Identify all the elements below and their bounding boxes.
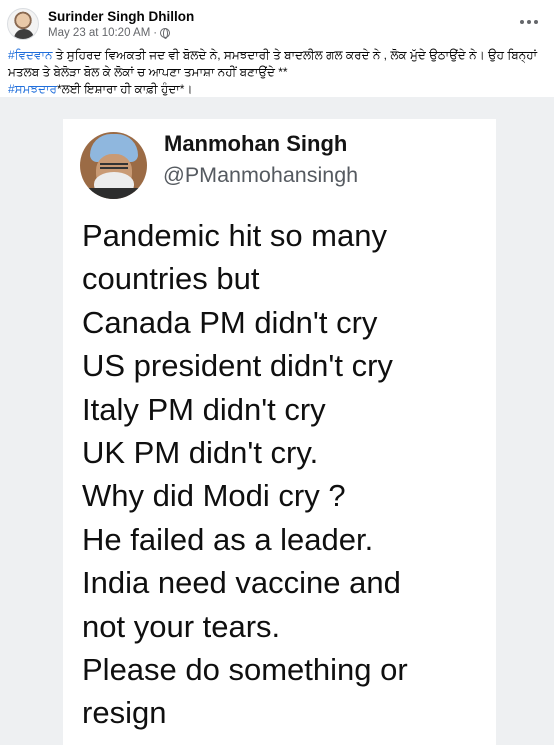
- post-meta: May 23 at 10:20 AM ·: [48, 27, 171, 39]
- caption-text: *ਲਈ ਇਸ਼ਾਰਾ ਹੀ ਕਾਫ਼ੀ ਹੁੰਦਾ*।: [56, 82, 193, 96]
- post-header: Surinder Singh Dhillon May 23 at 10:20 A…: [0, 0, 554, 44]
- tweet-line: Canada PM didn't cry: [82, 304, 378, 340]
- tweet-line: Please do something or: [82, 652, 408, 688]
- tweet-line: not your tears.: [82, 608, 281, 644]
- more-options-icon: [534, 20, 538, 24]
- tweet-line: resign: [82, 695, 167, 731]
- post-caption: #ਵਿਦਵਾਨ ਤੇ ਸੁਹਿਰਦ ਵਿਅਕਤੀ ਜਦ ਵੀ ਬੋਲਦੇ ਨੇ,…: [8, 47, 548, 98]
- author-avatar[interactable]: [7, 8, 39, 40]
- tweet-line: US president didn't cry: [82, 348, 393, 384]
- tweet-avatar: [80, 132, 147, 199]
- globe-icon[interactable]: [160, 28, 171, 39]
- more-options-icon: [527, 20, 531, 24]
- tweet-text: Pandemic hit so many countries but Canad…: [82, 214, 496, 735]
- author-name[interactable]: Surinder Singh Dhillon: [48, 9, 194, 24]
- tweet-line: Why did Modi cry ?: [82, 478, 346, 514]
- tweet-line: countries but: [82, 261, 260, 297]
- meta-separator: ·: [153, 27, 158, 39]
- tweet-author-name: Manmohan Singh: [164, 131, 348, 156]
- tweet-line: He failed as a leader.: [82, 521, 374, 557]
- hashtag-link[interactable]: #ਵਿਦਵਾਨ: [8, 48, 52, 62]
- tweet-card: Manmohan Singh @PManmohansingh Pandemic …: [63, 119, 496, 745]
- tweet-line: India need vaccine and: [82, 565, 401, 601]
- more-options-button[interactable]: [518, 12, 540, 32]
- tweet-line: Pandemic hit so many: [82, 218, 387, 253]
- tweet-line: Italy PM didn't cry: [82, 391, 326, 427]
- more-options-icon: [520, 20, 524, 24]
- post-photo[interactable]: Manmohan Singh @PManmohansingh Pandemic …: [0, 97, 554, 745]
- tweet-line: UK PM didn't cry.: [82, 435, 319, 471]
- tweet-handle: @PManmohansingh: [163, 163, 359, 187]
- caption-text: ਤੇ ਸੁਹਿਰਦ ਵਿਅਕਤੀ ਜਦ ਵੀ ਬੋਲਦੇ ਨੇ, ਸਮਝਦਾਰੀ…: [8, 48, 537, 79]
- post-timestamp[interactable]: May 23 at 10:20 AM: [48, 27, 150, 39]
- hashtag-link[interactable]: #ਸਮਝਦਾਰ: [8, 82, 57, 96]
